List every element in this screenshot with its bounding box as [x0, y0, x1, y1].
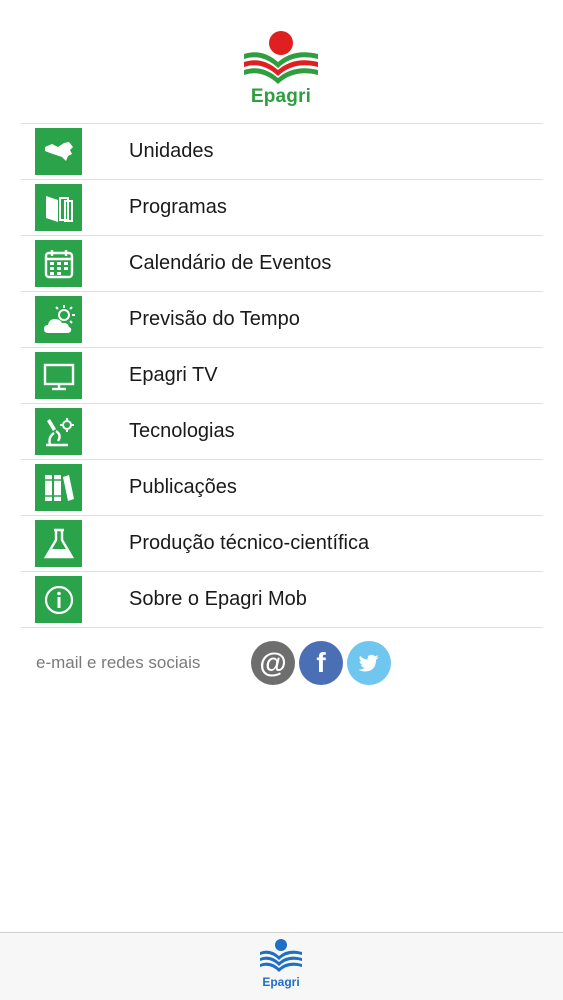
facebook-button[interactable]: f [299, 641, 343, 685]
menu-item-previsao[interactable]: Previsão do Tempo [21, 292, 543, 348]
email-button[interactable]: @ [251, 641, 295, 685]
books-icon [35, 464, 82, 511]
menu-label: Tecnologias [129, 420, 235, 442]
menu-item-sobre[interactable]: Sobre o Epagri Mob [21, 572, 543, 628]
menu-item-producao[interactable]: Produção técnico-científica [21, 516, 543, 572]
social-row: e-mail e redes sociais @ f [36, 640, 395, 686]
twitter-icon [358, 654, 379, 672]
menu-item-tecnologias[interactable]: Tecnologias [21, 404, 543, 460]
menu-label: Sobre o Epagri Mob [129, 588, 307, 610]
menu-label: Calendário de Eventos [129, 252, 332, 274]
tab-logo-text: Epagri [262, 975, 300, 989]
menu-label: Unidades [129, 140, 214, 162]
info-icon [35, 576, 82, 623]
epagri-logo-mark-icon [244, 31, 318, 84]
menu-label: Previsão do Tempo [129, 308, 300, 330]
app-screen: Epagri Unidades Programas Calendário de … [0, 0, 563, 1000]
social-label: e-mail e redes sociais [36, 653, 201, 672]
menu-item-unidades[interactable]: Unidades [21, 124, 543, 180]
menu-label: Epagri TV [129, 364, 218, 386]
menu-item-publicacoes[interactable]: Publicações [21, 460, 543, 516]
epagri-logo: Epagri [238, 28, 324, 114]
tv-icon [35, 352, 82, 399]
calendar-icon [35, 240, 82, 287]
map-icon [35, 128, 82, 175]
twitter-button[interactable] [347, 641, 391, 685]
menu-label: Publicações [129, 476, 237, 498]
email-icon: @ [259, 647, 287, 678]
flask-icon [35, 520, 82, 567]
menu-item-programas[interactable]: Programas [21, 180, 543, 236]
logo-text: Epagri [250, 86, 312, 107]
weather-icon [35, 296, 82, 343]
menu-label: Programas [129, 196, 227, 218]
microscope-icon [35, 408, 82, 455]
facebook-icon: f [316, 647, 326, 678]
documents-icon [35, 184, 82, 231]
bottom-tab-bar: Epagri [0, 932, 563, 1000]
menu-label: Produção técnico-científica [129, 532, 370, 554]
tab-home-logo[interactable]: Epagri [256, 937, 306, 993]
epagri-tab-logo-icon [260, 939, 302, 972]
menu-item-epagri-tv[interactable]: Epagri TV [21, 348, 543, 404]
menu-item-calendario[interactable]: Calendário de Eventos [21, 236, 543, 292]
main-menu: Unidades Programas Calendário de Eventos… [21, 123, 543, 628]
